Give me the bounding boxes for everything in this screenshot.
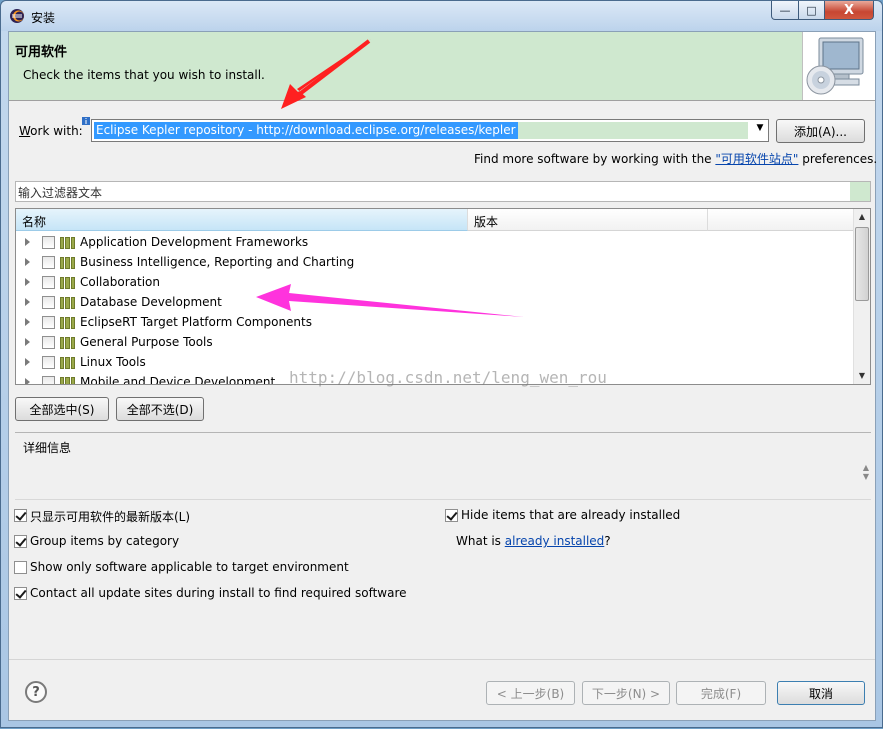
annotation-arrows xyxy=(256,39,524,317)
install-dialog: 安装 — □ X 可用软件 Check the items that you w… xyxy=(0,0,883,728)
red-arrow-shaft xyxy=(299,39,371,95)
magenta-arrow-icon xyxy=(256,284,524,317)
